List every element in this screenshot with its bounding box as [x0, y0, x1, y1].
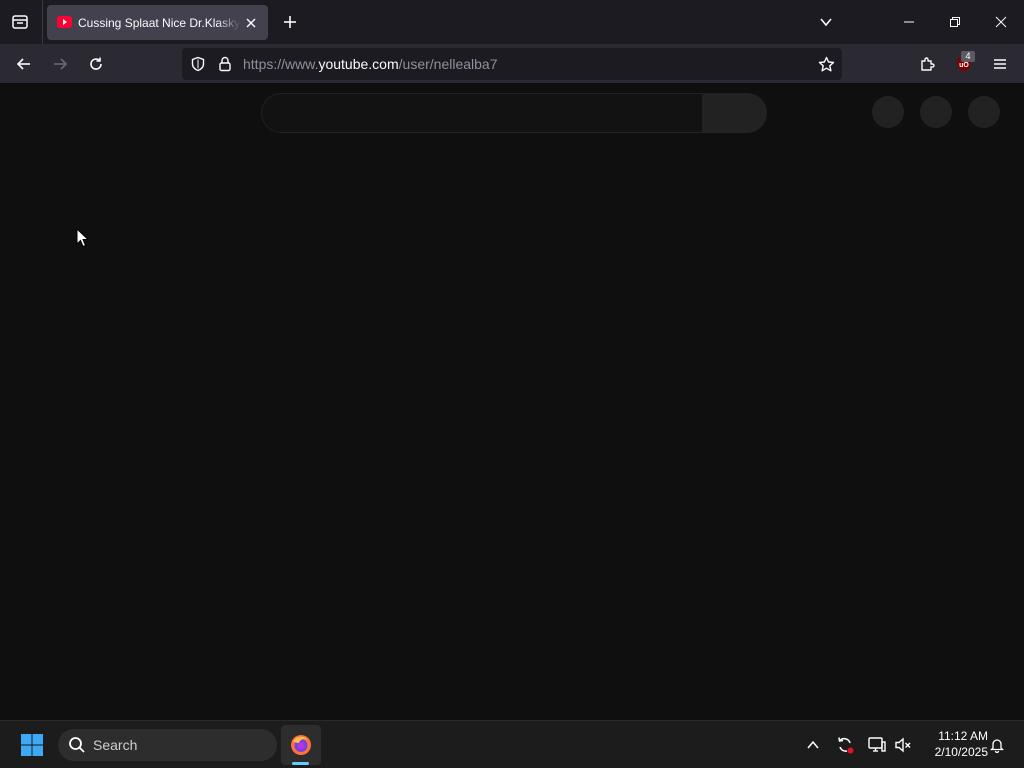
running-app-indicator: [292, 762, 309, 765]
clock-date: 2/10/2025: [934, 745, 988, 759]
lock-icon[interactable]: [215, 54, 235, 74]
url-text[interactable]: https://www.youtube.com/user/nellealba7: [243, 56, 498, 72]
system-clock[interactable]: 11:12 AM 2/10/2025: [918, 728, 988, 760]
youtube-avatar-placeholder[interactable]: [968, 96, 1000, 128]
volume-muted-icon[interactable]: [891, 733, 915, 757]
svg-text:uO: uO: [959, 62, 969, 69]
shield-icon[interactable]: [188, 54, 208, 74]
window-close-button[interactable]: [986, 7, 1016, 37]
forward-button[interactable]: [46, 50, 74, 78]
taskbar-search-label: Search: [93, 737, 138, 753]
youtube-icon: [57, 16, 72, 28]
youtube-search-input-placeholder[interactable]: [261, 93, 703, 133]
ublock-blocked-count-badge: 4: [961, 51, 975, 62]
sync-icon[interactable]: [833, 733, 857, 757]
url-host: youtube.com: [318, 56, 399, 72]
tab-list-icon[interactable]: [6, 8, 34, 36]
browser-toolbar: https://www.youtube.com/user/nellealba7 …: [0, 44, 1024, 84]
url-bar[interactable]: https://www.youtube.com/user/nellealba7: [182, 48, 842, 80]
bell-icon[interactable]: [985, 733, 1009, 757]
youtube-header-icon-placeholder[interactable]: [920, 96, 952, 128]
firefox-taskbar-button[interactable]: [281, 725, 321, 765]
url-prefix: https://www.: [243, 56, 319, 72]
tab-close-icon[interactable]: [241, 13, 261, 33]
active-tab[interactable]: Cussing Splaat Nice Dr.Klasky c: [47, 5, 268, 40]
tab-title: Cussing Splaat Nice Dr.Klasky c: [78, 16, 241, 30]
browser-tab-bar: Cussing Splaat Nice Dr.Klasky c: [0, 0, 1024, 44]
taskbar-search-box[interactable]: Search: [58, 729, 277, 761]
window-restore-button[interactable]: [940, 7, 970, 37]
mouse-pointer-icon: [76, 228, 90, 248]
search-icon: [69, 737, 85, 753]
page-content: [0, 84, 1024, 720]
tab-separator: [42, 0, 43, 44]
youtube-header-icon-placeholder[interactable]: [872, 96, 904, 128]
windows-start-icon[interactable]: [14, 729, 50, 761]
back-button[interactable]: [10, 50, 38, 78]
url-path: /user/nellealba7: [398, 56, 498, 72]
network-icon[interactable]: [865, 733, 889, 757]
puzzle-icon[interactable]: [914, 50, 942, 78]
chevron-down-icon[interactable]: [814, 10, 838, 34]
windows-taskbar: Search 11:12 AM 2/10/2025: [0, 720, 1024, 768]
firefox-icon: [291, 735, 311, 755]
reload-button[interactable]: [82, 50, 110, 78]
window-minimize-button[interactable]: [894, 7, 924, 37]
clock-time: 11:12 AM: [938, 729, 988, 743]
youtube-search-button-placeholder[interactable]: [703, 93, 767, 133]
new-tab-button[interactable]: [278, 10, 302, 34]
star-icon[interactable]: [816, 54, 836, 74]
hamburger-icon[interactable]: [986, 50, 1014, 78]
chevron-up-icon[interactable]: [801, 733, 825, 757]
